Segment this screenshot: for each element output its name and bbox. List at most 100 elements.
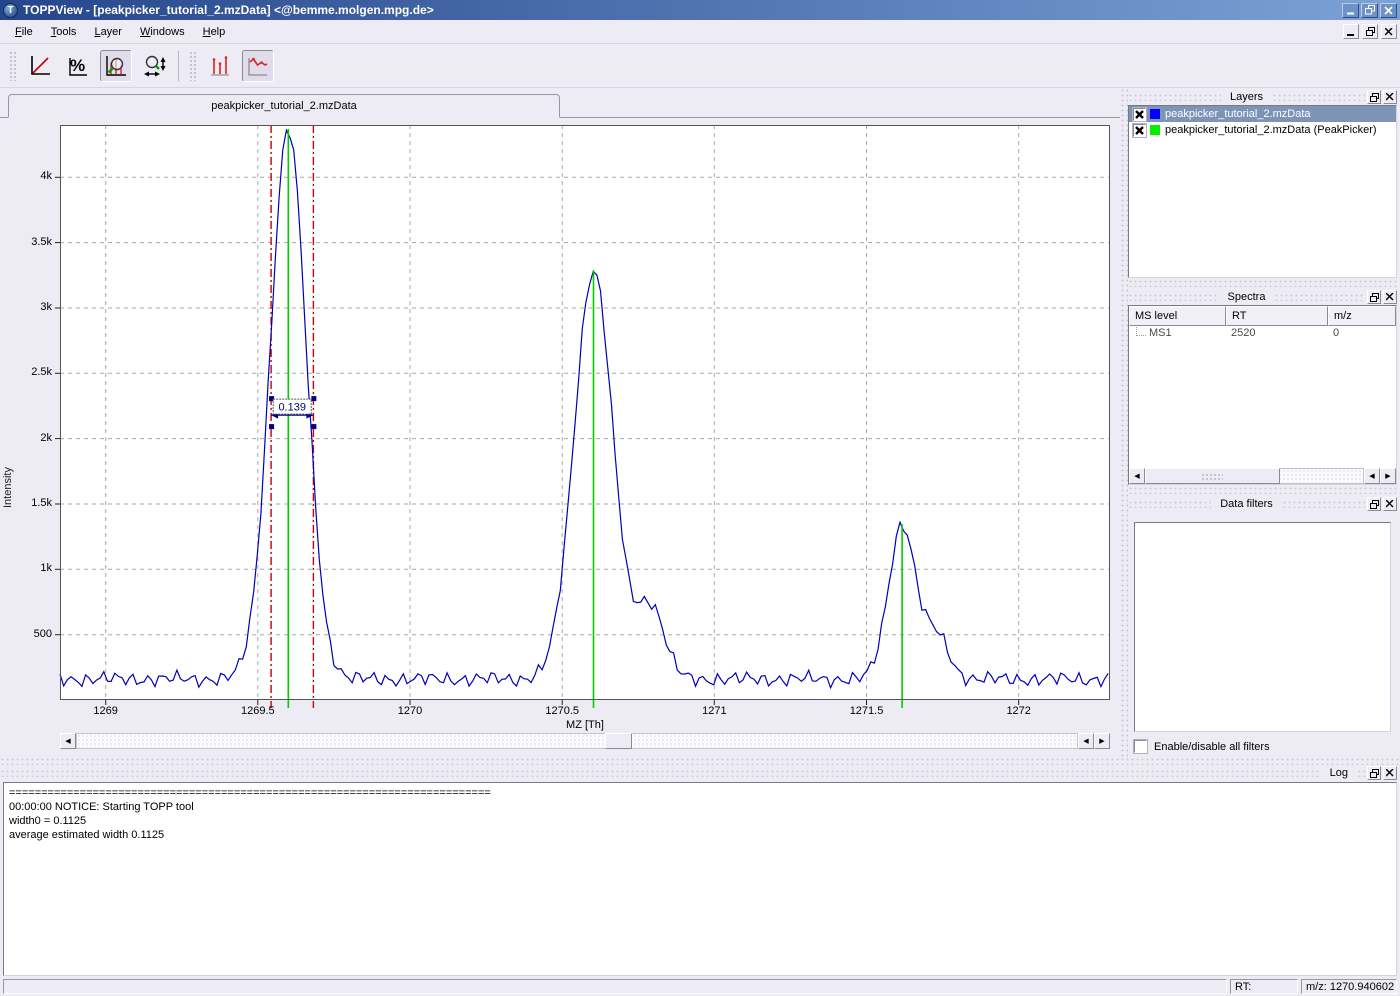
- toolbar: %: [0, 44, 1400, 88]
- mdi-restore-button[interactable]: [1362, 24, 1378, 39]
- svg-text:0.139: 0.139: [278, 402, 306, 414]
- scroll-left-button-2[interactable]: ◀: [1364, 468, 1380, 484]
- filters-float-button[interactable]: [1367, 497, 1381, 511]
- layer-visibility-checkbox[interactable]: [1133, 108, 1146, 121]
- scroll-right-button[interactable]: ▶: [1380, 468, 1396, 484]
- log-content[interactable]: ========================================…: [3, 782, 1397, 976]
- filters-title-dots-2: [1282, 500, 1365, 508]
- y-tick-label: 1k: [2, 562, 52, 575]
- scroll-left-button[interactable]: ◀: [60, 733, 76, 749]
- mdi-minimize-button[interactable]: [1343, 24, 1359, 39]
- layer-color-swatch: [1150, 109, 1160, 119]
- menu-windows[interactable]: Windows: [131, 23, 194, 41]
- layer-color-swatch: [1150, 125, 1160, 135]
- layers-float-button[interactable]: [1367, 90, 1381, 104]
- close-icon: [1386, 93, 1394, 101]
- log-panel-title: Log: [0, 765, 1400, 781]
- tab-spectrum[interactable]: peakpicker_tutorial_2.mzData: [8, 94, 560, 118]
- scroll-right-button[interactable]: ▶: [1094, 733, 1110, 749]
- enable-filters-checkbox[interactable]: [1134, 740, 1147, 753]
- layers-title-dots-2: [1272, 93, 1365, 101]
- dock-splitter-1[interactable]: [1128, 279, 1397, 287]
- log-title-dots: [0, 769, 1321, 777]
- enable-filters-label: Enable/disable all filters: [1154, 741, 1270, 753]
- scroll-left-button[interactable]: ◀: [1129, 468, 1145, 484]
- filters-list[interactable]: [1134, 522, 1391, 732]
- column-header-ms-level[interactable]: MS level: [1129, 306, 1226, 326]
- scroll-track[interactable]: [1145, 468, 1364, 484]
- float-icon: [1370, 500, 1379, 509]
- layer-row[interactable]: peakpicker_tutorial_2.mzData (PeakPicker…: [1129, 122, 1396, 138]
- checkbox-check-icon: [1135, 110, 1144, 119]
- layers-close-button[interactable]: [1383, 90, 1397, 104]
- close-icon: [1386, 500, 1394, 508]
- x-tick-label: 1269: [66, 705, 146, 717]
- scroll-thumb[interactable]: [605, 733, 632, 749]
- log-splitter[interactable]: [0, 757, 1400, 765]
- scroll-left-icon-2: ◀: [1369, 472, 1374, 480]
- cell-ms-level: MS1: [1129, 326, 1226, 342]
- menu-bar: File Tools Layer Windows Help: [0, 20, 1400, 44]
- toolbar-handle-2[interactable]: [189, 51, 196, 81]
- toppview-window: T TOPPView - [peakpicker_tutorial_2.mzDa…: [0, 0, 1400, 995]
- status-mz: m/z: 1270.940602: [1301, 979, 1397, 994]
- filters-panel-title: Data filters: [1128, 496, 1397, 512]
- chart-hscrollbar[interactable]: ◀ ◀ ▶: [60, 733, 1110, 749]
- minimize-button[interactable]: [1342, 3, 1359, 18]
- menu-help[interactable]: Help: [194, 23, 235, 41]
- log-line: 00:00:00 NOTICE: Starting TOPP tool: [9, 801, 1391, 815]
- cell-mz: 0: [1328, 326, 1396, 342]
- float-icon: [1370, 293, 1379, 302]
- draw-peaks-button[interactable]: [204, 50, 236, 82]
- layer-row[interactable]: peakpicker_tutorial_2.mzData: [1129, 106, 1396, 122]
- float-icon: [1370, 769, 1379, 778]
- spectra-hscrollbar[interactable]: ◀ ◀ ▶: [1129, 468, 1396, 484]
- close-button[interactable]: [1380, 3, 1397, 18]
- measure-mode-button[interactable]: [138, 50, 170, 82]
- table-row[interactable]: MS1 2520 0: [1129, 326, 1396, 342]
- y-tick-label: 2k: [2, 432, 52, 445]
- y-tick-label: 3k: [2, 301, 52, 314]
- menu-tools[interactable]: Tools: [42, 23, 86, 41]
- zoom-mode-button[interactable]: [100, 50, 132, 82]
- spectra-float-button[interactable]: [1367, 290, 1381, 304]
- status-bar: RT: m/z: 1270.940602: [0, 978, 1400, 995]
- restore-icon: [1365, 5, 1375, 15]
- x-axis-label: MZ [Th]: [60, 719, 1110, 731]
- spectra-close-button[interactable]: [1383, 290, 1397, 304]
- reset-zoom-button[interactable]: [24, 50, 56, 82]
- restore-button[interactable]: [1361, 3, 1378, 18]
- menu-layer[interactable]: Layer: [85, 23, 131, 41]
- zoom-mode-icon: [104, 54, 128, 78]
- menu-file[interactable]: File: [6, 23, 42, 41]
- y-tick-label: 4k: [2, 170, 52, 183]
- filters-checkbox-row: Enable/disable all filters: [1134, 740, 1397, 753]
- y-tick-label: 3.5k: [2, 236, 52, 249]
- layers-title-label: Layers: [1221, 91, 1272, 103]
- log-line: ========================================…: [9, 787, 1391, 801]
- scroll-track[interactable]: [76, 733, 1078, 749]
- log-float-button[interactable]: [1367, 766, 1381, 780]
- x-tick-label: 1272: [979, 705, 1059, 717]
- status-message: [3, 979, 1227, 994]
- toolbar-handle[interactable]: [9, 51, 16, 81]
- mdi-close-button[interactable]: [1381, 24, 1397, 39]
- layer-visibility-checkbox[interactable]: [1133, 124, 1146, 137]
- vertical-splitter[interactable]: [1120, 88, 1128, 757]
- intensity-percentage-button[interactable]: %: [62, 50, 94, 82]
- draw-profile-button[interactable]: [242, 50, 274, 82]
- svg-text:%: %: [70, 56, 85, 75]
- column-header-rt[interactable]: RT: [1226, 306, 1328, 326]
- tab-bar: peakpicker_tutorial_2.mzData: [0, 88, 1120, 118]
- column-header-mz[interactable]: m/z: [1328, 306, 1396, 326]
- tab-label: peakpicker_tutorial_2.mzData: [211, 100, 357, 112]
- filters-title-dots: [1128, 500, 1211, 508]
- log-close-button[interactable]: [1383, 766, 1397, 780]
- scroll-left-button-2[interactable]: ◀: [1078, 733, 1094, 749]
- spectra-title-dots: [1128, 293, 1219, 301]
- filters-close-button[interactable]: [1383, 497, 1397, 511]
- dock-splitter-2[interactable]: [1128, 486, 1397, 494]
- float-icon: [1370, 93, 1379, 102]
- scroll-thumb[interactable]: [1145, 468, 1280, 484]
- spectrum-svg[interactable]: 0.139: [55, 125, 1110, 710]
